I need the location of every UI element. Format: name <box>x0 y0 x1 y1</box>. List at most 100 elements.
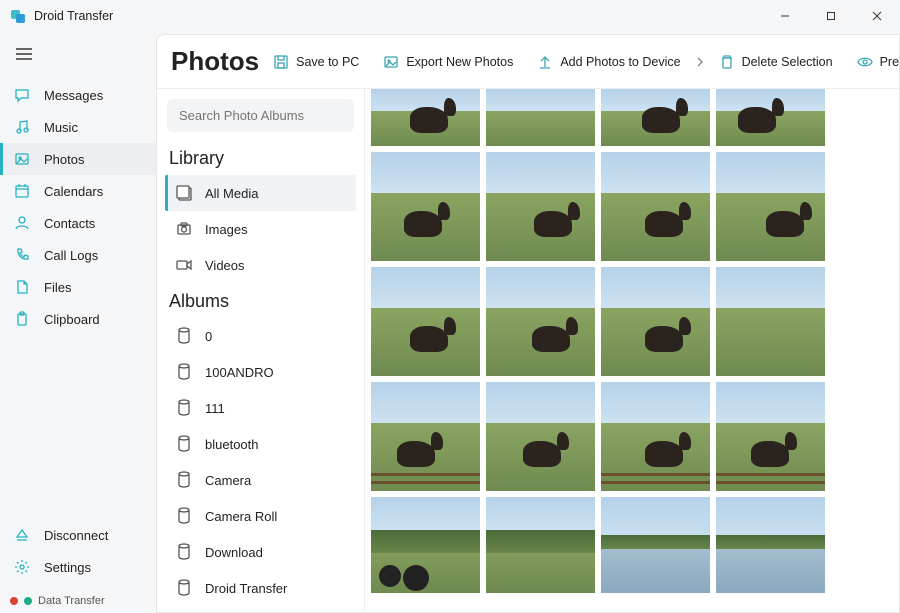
photo-icon <box>14 151 30 167</box>
status-dot-red-icon <box>10 597 18 605</box>
sidebar-item-label: Photos <box>44 152 84 167</box>
disk-icon <box>175 327 193 345</box>
app-logo-icon <box>10 8 26 24</box>
photo-thumbnail[interactable] <box>371 152 480 261</box>
photo-thumbnail[interactable] <box>716 152 825 261</box>
sidebar-item-music[interactable]: Music <box>0 111 156 143</box>
album-item-label: Droid Transfer <box>205 581 287 596</box>
export-new-photos-button[interactable]: Export New Photos <box>373 48 523 76</box>
add-photos-to-device-button[interactable]: Add Photos to Device <box>527 48 690 76</box>
library-item-videos[interactable]: Videos <box>165 247 356 283</box>
photo-thumbnail[interactable] <box>716 267 825 376</box>
export-label: Export New Photos <box>406 55 513 69</box>
sidebar-item-disconnect[interactable]: Disconnect <box>0 519 156 551</box>
sidebar-item-files[interactable]: Files <box>0 271 156 303</box>
window-maximize-button[interactable] <box>808 0 854 32</box>
toolbar-overflow-button[interactable] <box>695 57 705 67</box>
sidebar-item-calendars[interactable]: Calendars <box>0 175 156 207</box>
album-item[interactable]: Droid Transfer <box>165 606 352 612</box>
window-minimize-button[interactable] <box>762 0 808 32</box>
photo-thumbnail[interactable] <box>371 382 480 491</box>
photo-thumbnail[interactable] <box>716 89 825 146</box>
library-item-label: All Media <box>205 186 258 201</box>
albums-heading: Albums <box>165 283 356 318</box>
disk-icon <box>175 363 193 381</box>
library-item-images[interactable]: Images <box>165 211 356 247</box>
disk-icon <box>175 507 193 525</box>
disk-icon <box>175 543 193 561</box>
albums-scroll[interactable]: 0 100ANDRO 111 bluetooth Camera Camera Roll Do… <box>165 318 356 612</box>
photo-thumbnail[interactable] <box>486 382 595 491</box>
library-item-label: Images <box>205 222 248 237</box>
albums-panel: Library All MediaImagesVideos Albums 010… <box>157 89 365 612</box>
hamburger-button[interactable] <box>0 38 156 79</box>
photo-thumbnail[interactable] <box>371 89 480 146</box>
album-item[interactable]: 100ANDRO <box>165 354 352 390</box>
library-item-icon <box>175 184 193 202</box>
search-input[interactable] <box>167 99 354 132</box>
save-label: Save to PC <box>296 55 359 69</box>
photo-thumbnail[interactable] <box>601 497 710 593</box>
album-item-label: 100ANDRO <box>205 365 274 380</box>
sidebar-item-messages[interactable]: Messages <box>0 79 156 111</box>
sidebar-item-call-logs[interactable]: Call Logs <box>0 239 156 271</box>
album-item-label: Camera Roll <box>205 509 277 524</box>
album-item-label: 111 <box>205 401 225 416</box>
photo-thumbnail[interactable] <box>486 89 595 146</box>
save-to-pc-button[interactable]: Save to PC <box>263 48 369 76</box>
photo-thumbnail[interactable] <box>716 497 825 593</box>
sidebar-item-clipboard[interactable]: Clipboard <box>0 303 156 335</box>
clipboard-icon <box>14 311 30 327</box>
file-icon <box>14 279 30 295</box>
album-item-label: Camera <box>205 473 251 488</box>
delete-label: Delete Selection <box>742 55 833 69</box>
eye-icon <box>857 54 873 70</box>
album-item[interactable]: Download <box>165 534 352 570</box>
page-title: Photos <box>171 46 259 77</box>
gear-icon <box>14 559 30 575</box>
library-item-label: Videos <box>205 258 245 273</box>
sidebar-item-label: Clipboard <box>44 312 100 327</box>
album-item[interactable]: 0 <box>165 318 352 354</box>
app-title: Droid Transfer <box>34 9 113 23</box>
album-item-label: Download <box>205 545 263 560</box>
album-item[interactable]: Camera Roll <box>165 498 352 534</box>
album-item-label: 0 <box>205 329 212 344</box>
preview-button[interactable]: Preview <box>847 48 900 76</box>
sidebar-item-label: Files <box>44 280 71 295</box>
calendar-icon <box>14 183 30 199</box>
library-item-all-media[interactable]: All Media <box>165 175 356 211</box>
photo-thumbnail[interactable] <box>371 267 480 376</box>
album-item[interactable]: Camera <box>165 462 352 498</box>
toolbar: Photos Save to PC Export New Photos Add … <box>157 35 899 89</box>
sidebar-item-label: Messages <box>44 88 103 103</box>
disk-icon <box>175 435 193 453</box>
sidebar-item-photos[interactable]: Photos <box>0 143 156 175</box>
photo-thumbnail[interactable] <box>601 382 710 491</box>
photo-thumbnail[interactable] <box>486 152 595 261</box>
library-item-icon <box>175 220 193 238</box>
eject-icon <box>14 527 30 543</box>
sidebar-item-settings[interactable]: Settings <box>0 551 156 583</box>
photo-thumbnail[interactable] <box>486 497 595 593</box>
photo-thumbnail[interactable] <box>601 152 710 261</box>
status-bar: Data Transfer <box>0 589 156 613</box>
status-label: Data Transfer <box>38 595 105 607</box>
photo-thumbnail[interactable] <box>716 382 825 491</box>
library-item-icon <box>175 256 193 274</box>
preview-label: Preview <box>880 55 900 69</box>
photo-thumbnail[interactable] <box>601 89 710 146</box>
photo-thumbnail[interactable] <box>371 497 480 593</box>
album-item[interactable]: Droid Transfer <box>165 570 352 606</box>
album-item[interactable]: bluetooth <box>165 426 352 462</box>
add-label: Add Photos to Device <box>560 55 680 69</box>
window-close-button[interactable] <box>854 0 900 32</box>
album-item[interactable]: 111 <box>165 390 352 426</box>
disk-icon <box>175 579 193 597</box>
photo-thumbnail[interactable] <box>486 267 595 376</box>
photo-grid[interactable] <box>365 89 899 612</box>
phone-icon <box>14 247 30 263</box>
sidebar-item-contacts[interactable]: Contacts <box>0 207 156 239</box>
photo-thumbnail[interactable] <box>601 267 710 376</box>
delete-selection-button[interactable]: Delete Selection <box>709 48 843 76</box>
